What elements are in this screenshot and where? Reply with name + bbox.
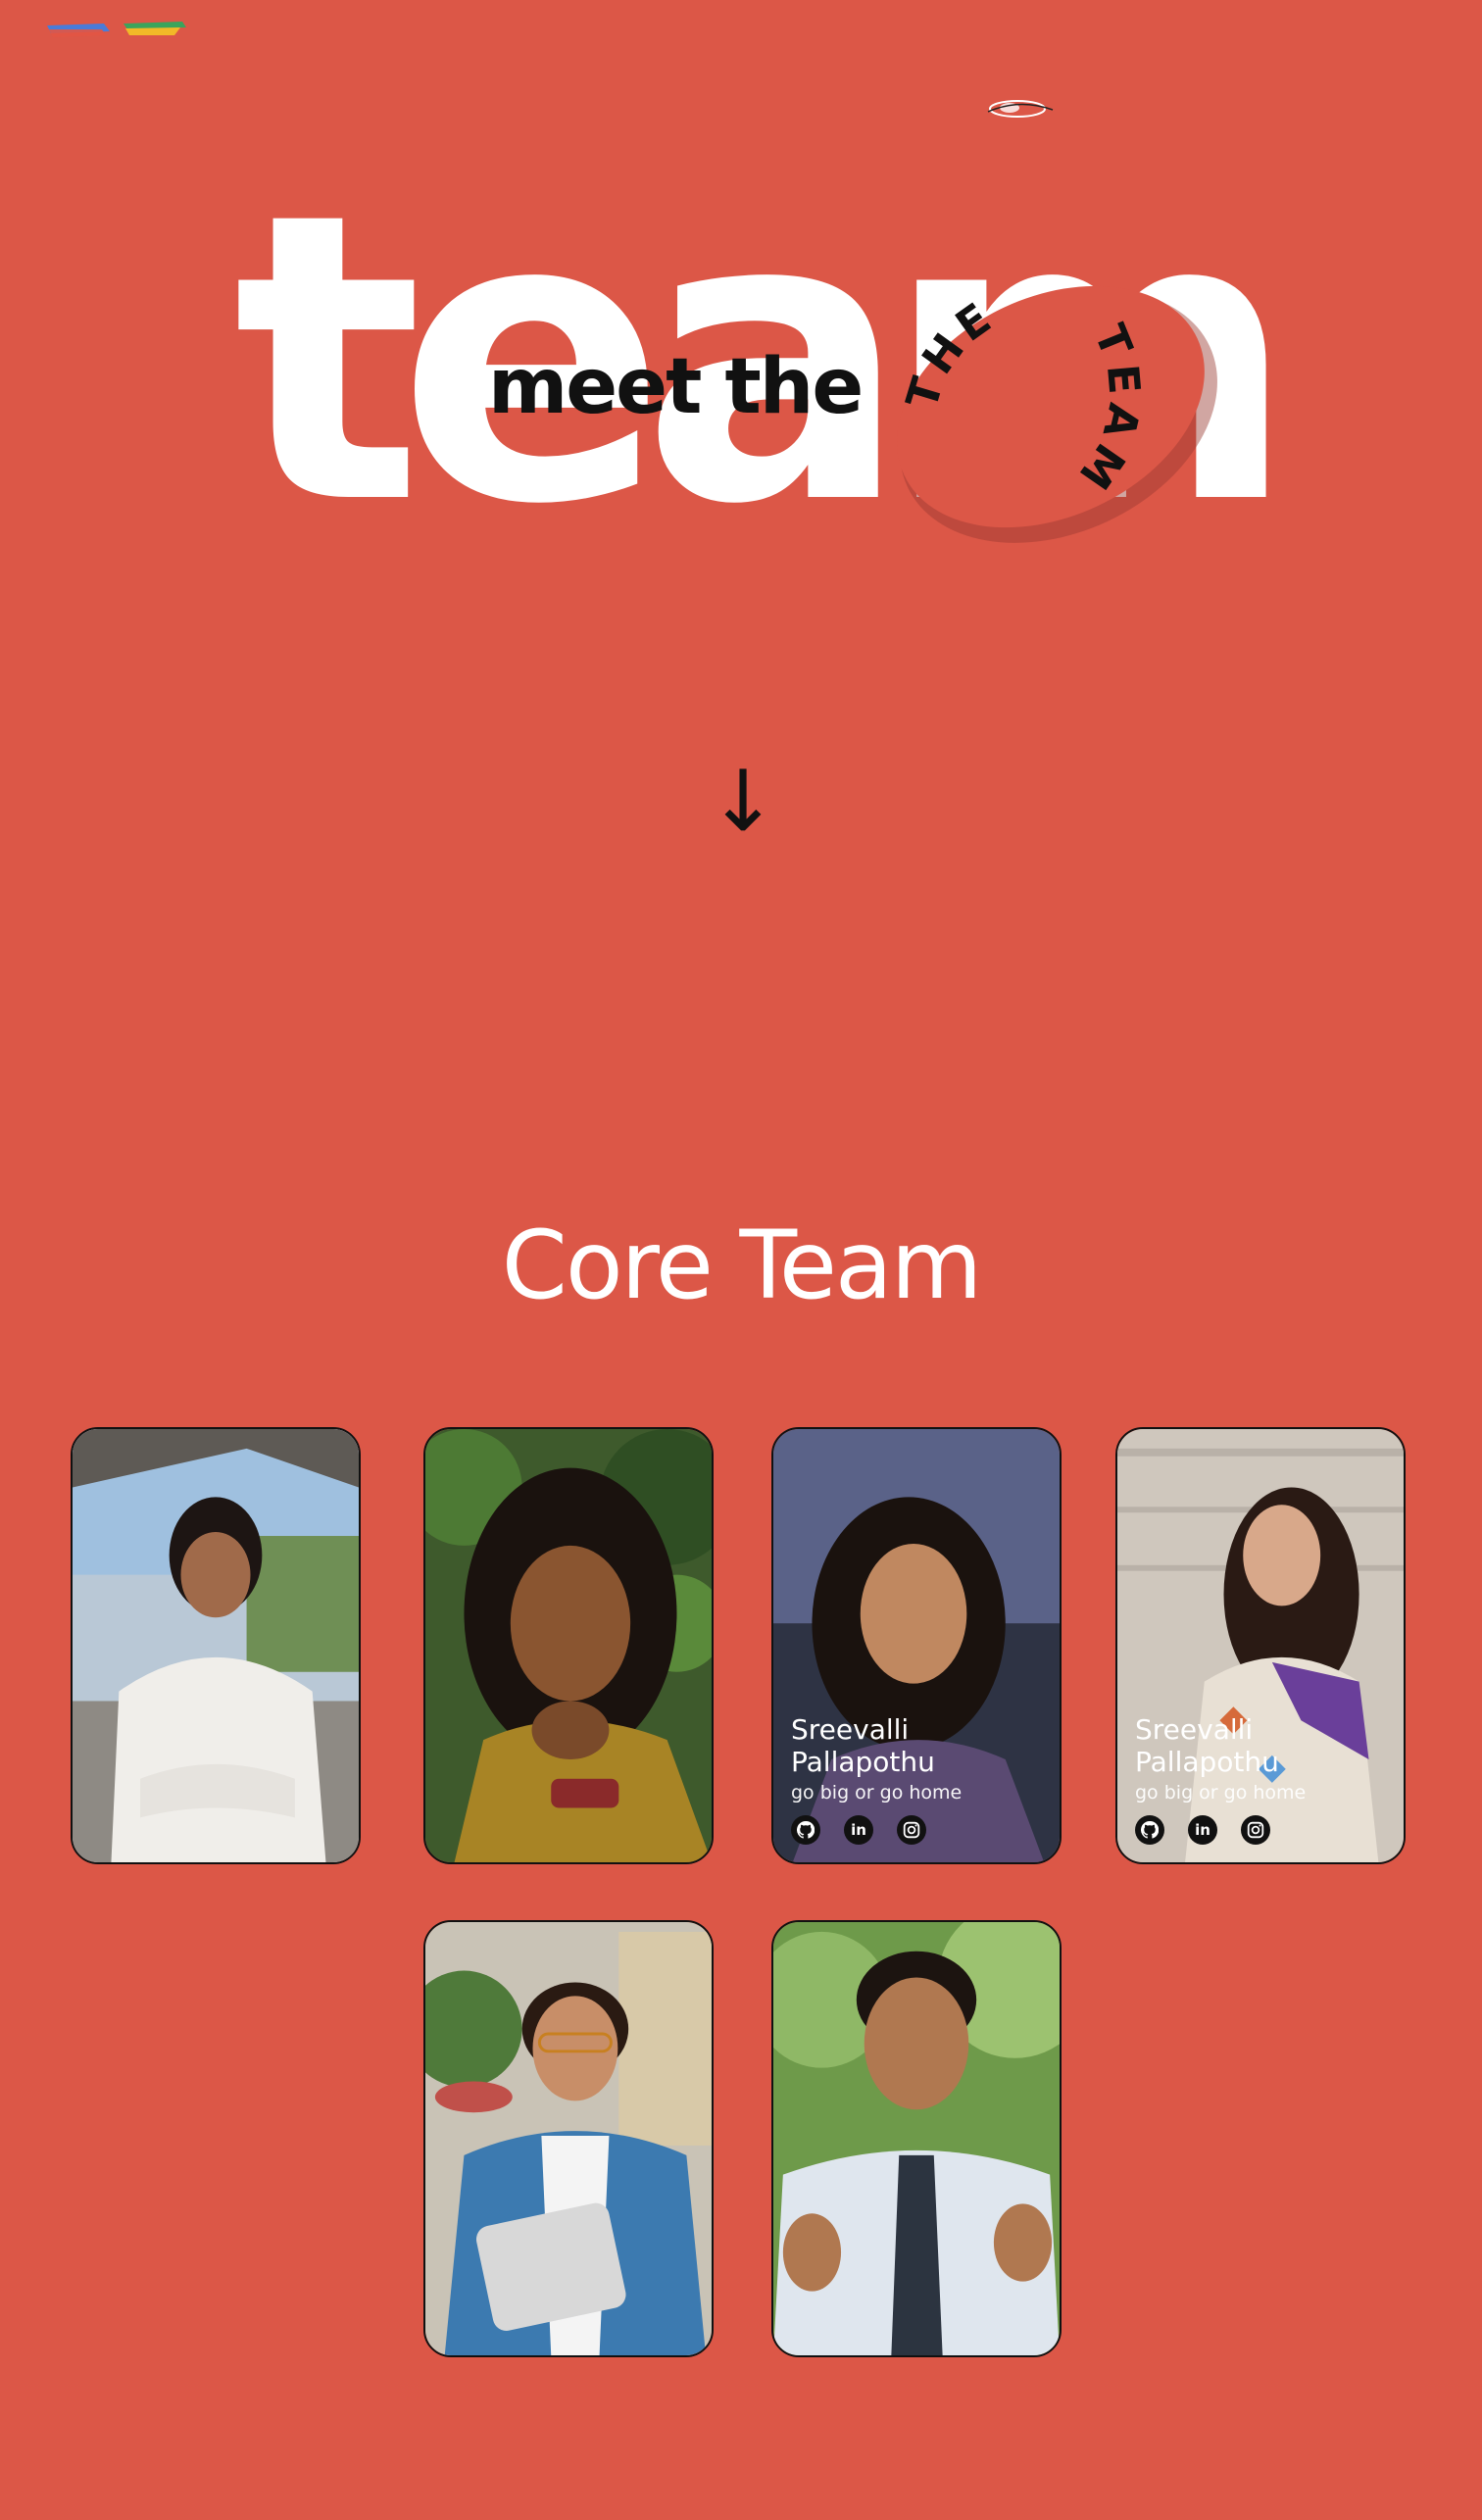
team-member-card[interactable] (423, 1920, 714, 2357)
linkedin-icon[interactable]: in (844, 1815, 873, 1845)
social-links: in (791, 1815, 1046, 1845)
member-name-last: Pallapothu (791, 1746, 935, 1778)
hero-section: team meet the THE TEAM ↓ (0, 0, 1482, 882)
team-member-card[interactable]: Sreevalli Pallapothu go big or go home i… (771, 1427, 1062, 1864)
member-photo (773, 1922, 1060, 2355)
member-photo (425, 1429, 712, 1862)
team-member-card[interactable] (423, 1427, 714, 1864)
member-photo (425, 1922, 712, 2355)
member-tagline: go big or go home (1135, 1782, 1307, 1804)
github-icon[interactable] (791, 1815, 820, 1845)
linkedin-icon[interactable]: in (1188, 1815, 1217, 1845)
team-member-card[interactable] (71, 1427, 361, 1864)
scroll-down-arrow-icon[interactable]: ↓ (708, 760, 778, 848)
member-info: Sreevalli Pallapothu go big or go home i… (1135, 1713, 1390, 1845)
section-title: Core Team (501, 1211, 982, 1320)
team-member-card[interactable] (771, 1920, 1062, 2357)
member-name-last: Pallapothu (1135, 1746, 1279, 1778)
hero-sub-heading: meet the (488, 343, 864, 431)
social-links: in (1135, 1815, 1390, 1845)
member-name-first: Sreevalli (1135, 1713, 1254, 1746)
member-info: Sreevalli Pallapothu go big or go home i… (791, 1713, 1046, 1845)
member-name-first: Sreevalli (791, 1713, 910, 1746)
the-team-badge: THE TEAM (897, 285, 1217, 543)
member-photo (73, 1429, 359, 1862)
instagram-icon[interactable] (897, 1815, 926, 1845)
instagram-icon[interactable] (1241, 1815, 1270, 1845)
github-icon[interactable] (1135, 1815, 1164, 1845)
team-member-card[interactable]: Sreevalli Pallapothu go big or go home i… (1115, 1427, 1406, 1864)
member-tagline: go big or go home (791, 1782, 963, 1804)
